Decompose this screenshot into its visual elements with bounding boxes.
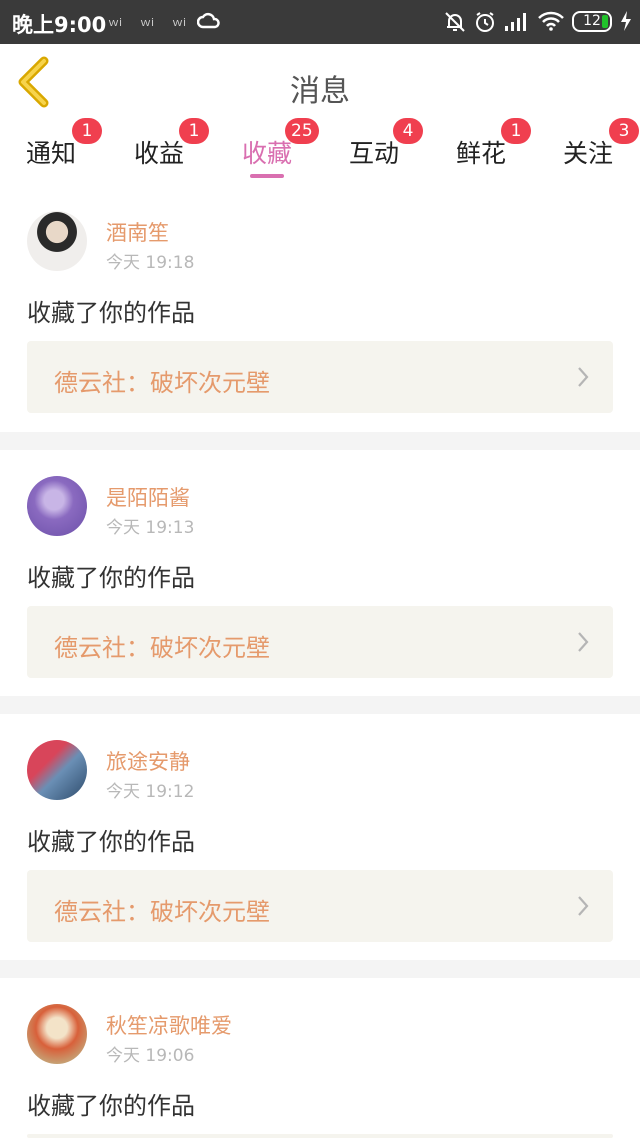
- notification-icon: ｗi: [172, 16, 187, 29]
- avatar[interactable]: [27, 740, 87, 800]
- work-link[interactable]: 德云社：破坏次元壁: [27, 606, 613, 678]
- message-time: 今天 19:06: [106, 1046, 195, 1066]
- chevron-right-icon: [578, 367, 589, 387]
- unread-badge: 4: [393, 118, 423, 144]
- status-time: 晚上9:00: [12, 13, 107, 37]
- page-title: 消息: [290, 74, 350, 109]
- message-text: 收藏了你的作品: [27, 1092, 195, 1120]
- tab-notifications[interactable]: 通知 1: [26, 118, 102, 184]
- message-text: 收藏了你的作品: [27, 828, 195, 856]
- work-link[interactable]: 德云社：破坏次元壁: [27, 341, 613, 413]
- message-tabs: 通知 1 收益 1 收藏 25 互动 4 鲜花 1 关注 3: [0, 118, 640, 184]
- divider: [0, 432, 640, 450]
- tab-flowers[interactable]: 鲜花 1: [456, 118, 536, 184]
- message-card: 酒南笙 今天 19:18 收藏了你的作品 德云社：破坏次元壁: [0, 184, 640, 432]
- wifi-icon: [538, 11, 564, 31]
- work-title: 德云社：破坏次元壁: [54, 634, 270, 662]
- work-title: 德云社：破坏次元壁: [54, 369, 270, 397]
- battery-icon: 12: [572, 11, 612, 32]
- work-link[interactable]: [27, 1134, 613, 1138]
- username[interactable]: 酒南笙: [106, 217, 169, 247]
- avatar[interactable]: [27, 1004, 87, 1064]
- tab-label: 通知: [26, 139, 77, 168]
- tab-earnings[interactable]: 收益 1: [134, 118, 209, 184]
- unread-badge: 1: [72, 118, 102, 144]
- notification-icon: ｗi: [140, 16, 155, 29]
- alarm-icon: [476, 12, 494, 32]
- signal-icon: [505, 13, 526, 31]
- tab-label: 鲜花: [456, 139, 507, 168]
- message-time: 今天 19:13: [106, 518, 195, 538]
- divider: [0, 696, 640, 714]
- tab-following[interactable]: 关注 3: [563, 118, 640, 184]
- tab-interactions[interactable]: 互动 4: [349, 118, 429, 184]
- unread-badge: 1: [501, 118, 531, 144]
- username[interactable]: 旅途安静: [106, 746, 190, 776]
- message-time: 今天 19:18: [106, 253, 195, 273]
- message-card: 旅途安静 今天 19:12 收藏了你的作品 德云社：破坏次元壁: [0, 714, 640, 960]
- tab-label: 关注: [563, 139, 614, 168]
- header: 消息: [0, 44, 640, 123]
- unread-badge: 1: [179, 118, 209, 144]
- message-card: 秋笙凉歌唯爱 今天 19:06 收藏了你的作品: [0, 978, 640, 1138]
- unread-badge: 3: [609, 118, 639, 144]
- chevron-right-icon: [578, 632, 589, 652]
- status-bar: 晚上9:00 ｗi ｗi ｗi 12: [0, 0, 640, 44]
- tab-label: 收藏: [242, 139, 293, 168]
- bell-muted-icon: [445, 12, 465, 32]
- work-title: 德云社：破坏次元壁: [54, 898, 270, 926]
- message-card: 是陌陌酱 今天 19:13 收藏了你的作品 德云社：破坏次元壁: [0, 450, 640, 696]
- avatar[interactable]: [27, 476, 87, 536]
- username[interactable]: 是陌陌酱: [106, 482, 190, 512]
- tab-favorites[interactable]: 收藏 25: [242, 118, 322, 184]
- work-link[interactable]: 德云社：破坏次元壁: [27, 870, 613, 942]
- cloud-icon: [197, 12, 220, 29]
- divider: [0, 960, 640, 978]
- message-text: 收藏了你的作品: [27, 299, 195, 327]
- message-text: 收藏了你的作品: [27, 564, 195, 592]
- notification-icon: ｗi: [108, 16, 123, 29]
- tab-label: 收益: [134, 139, 185, 168]
- charging-icon: [621, 11, 631, 31]
- active-tab-indicator: [250, 174, 284, 178]
- unread-badge: 25: [285, 118, 319, 144]
- message-time: 今天 19:12: [106, 782, 195, 802]
- chevron-right-icon: [578, 896, 589, 916]
- battery-level: 12: [583, 13, 601, 29]
- avatar[interactable]: [27, 211, 87, 271]
- username[interactable]: 秋笙凉歌唯爱: [106, 1010, 232, 1040]
- tab-label: 互动: [349, 139, 400, 168]
